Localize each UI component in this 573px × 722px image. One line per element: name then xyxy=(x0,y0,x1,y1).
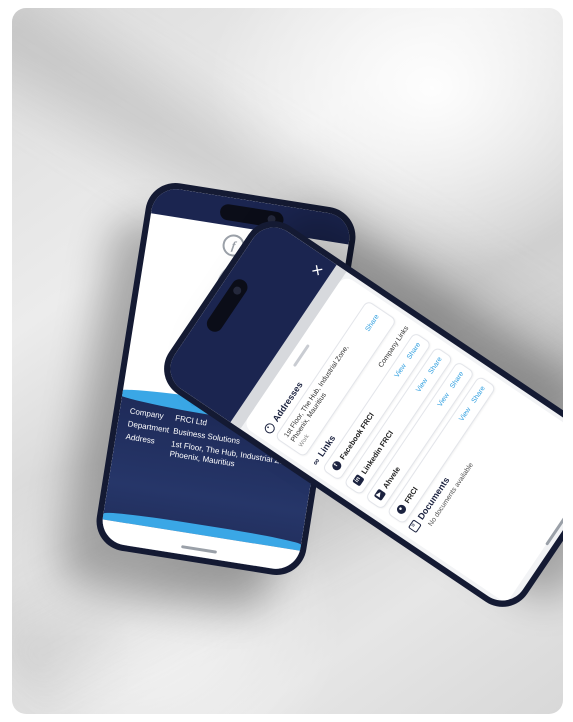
youtube-icon: ▶ xyxy=(373,488,387,501)
view-link[interactable]: View xyxy=(458,406,472,422)
document-icon: ≡ xyxy=(407,519,422,534)
globe-icon: ● xyxy=(395,502,408,516)
view-link[interactable]: View xyxy=(393,363,407,379)
view-link[interactable]: View xyxy=(415,377,429,393)
share-link[interactable]: Share xyxy=(427,356,443,375)
share-address-link[interactable]: Share xyxy=(365,314,381,333)
photo-background: f frci John SM Manag ☻+ ⚙ xyxy=(12,8,563,714)
link-label: FRCI xyxy=(402,485,420,505)
location-pin-icon: • xyxy=(262,421,277,436)
share-link[interactable]: Share xyxy=(406,341,422,360)
camera-icon xyxy=(231,285,243,297)
facebook-icon: f xyxy=(330,459,343,472)
share-link[interactable]: Share xyxy=(449,370,465,389)
view-link[interactable]: View xyxy=(437,392,451,408)
info-label: Address xyxy=(125,432,156,446)
link-icon: ∞ xyxy=(309,456,322,468)
link-label: Ahvele xyxy=(380,464,402,491)
share-link[interactable]: Share xyxy=(470,385,486,404)
linkedin-icon: in xyxy=(351,473,365,487)
